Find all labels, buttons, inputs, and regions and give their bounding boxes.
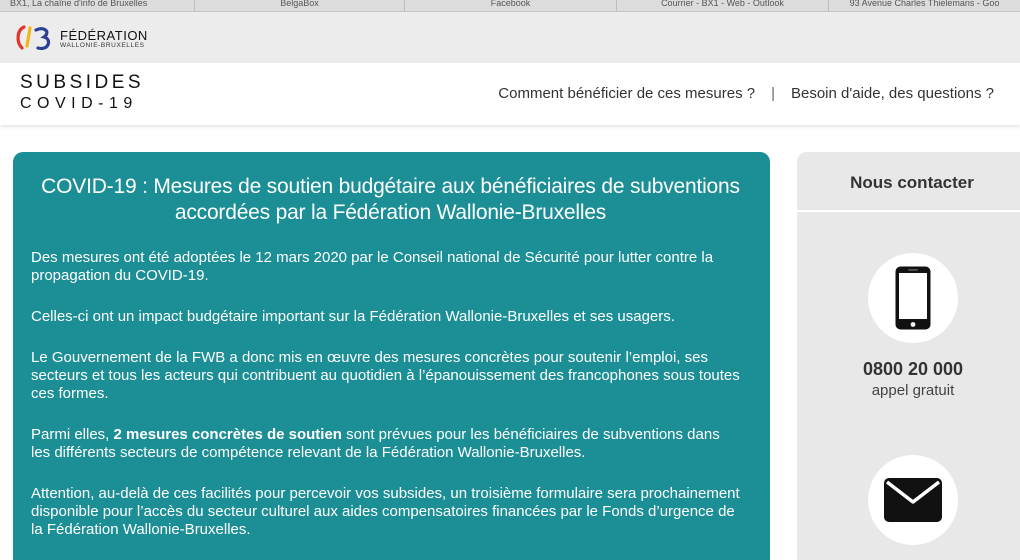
envelope-icon xyxy=(884,478,942,522)
site-header: SUBSIDES COVID-19 Comment bénéficier de … xyxy=(0,63,1020,125)
smartphone-icon xyxy=(895,266,931,330)
paragraph-support-before: Parmi elles, xyxy=(31,426,114,443)
phone-circle[interactable] xyxy=(868,253,958,343)
paragraph-measures: Des mesures ont été adoptées le 12 mars … xyxy=(31,249,714,284)
brand-subtitle[interactable]: COVID-19 xyxy=(20,95,138,113)
page-title: COVID-19 : Mesures de soutien budgétaire… xyxy=(41,175,740,224)
paragraph-government: Le Gouvernement de la FWB a donc mis en … xyxy=(31,349,740,402)
contact-card: Nous contacter 0800 20 000 appel gratuit xyxy=(797,152,1020,560)
phone-note: appel gratuit xyxy=(871,382,955,399)
main-nav: Comment bénéficier de ces mesures ? | Be… xyxy=(498,85,994,102)
bookmarks-bar: BX1, La chaîne d'info de Bruxelles Belga… xyxy=(0,0,1020,12)
fwb-logo-name: FÉDÉRATION xyxy=(60,28,148,43)
brand-title[interactable]: SUBSIDES xyxy=(20,73,144,93)
paragraph-support-bold: 2 mesures concrètes de soutien xyxy=(113,426,342,443)
paragraph-support-measures: Parmi elles, 2 mesures concrètes de sout… xyxy=(31,426,742,462)
main-info-card: COVID-19 : Mesures de soutien budgétaire… xyxy=(13,152,770,560)
contact-title: Nous contacter xyxy=(797,152,1020,212)
fwb-logo-band: FÉDÉRATION WALLONIE-BRUXELLES xyxy=(0,12,1020,63)
phone-number[interactable]: 0800 20 000 xyxy=(797,359,1020,380)
paragraph-impact: Celles-ci ont un impact budgétaire impor… xyxy=(31,308,675,325)
paragraph-attention: Attention, au-delà de ces facilités pour… xyxy=(31,485,740,538)
nav-link-how[interactable]: Comment bénéficier de ces mesures ? xyxy=(498,85,755,102)
bookmark-outlook[interactable]: Courrier - BX1 - Web - Outlook xyxy=(617,0,829,11)
fwb-logo-subname: WALLONIE-BRUXELLES xyxy=(60,42,145,49)
fwb-logo-icon[interactable] xyxy=(14,24,54,52)
bookmark-belgabox[interactable]: BelgaBox xyxy=(195,0,405,11)
bookmark-bx1[interactable]: BX1, La chaîne d'info de Bruxelles xyxy=(0,0,195,11)
bookmark-maps[interactable]: 93 Avenue Charles Thielemans - Goo xyxy=(829,0,1020,11)
bookmark-facebook[interactable]: Facebook xyxy=(405,0,617,11)
mail-circle[interactable] xyxy=(868,455,958,545)
nav-separator: | xyxy=(771,85,775,102)
nav-link-help[interactable]: Besoin d'aide, des questions ? xyxy=(791,85,994,102)
